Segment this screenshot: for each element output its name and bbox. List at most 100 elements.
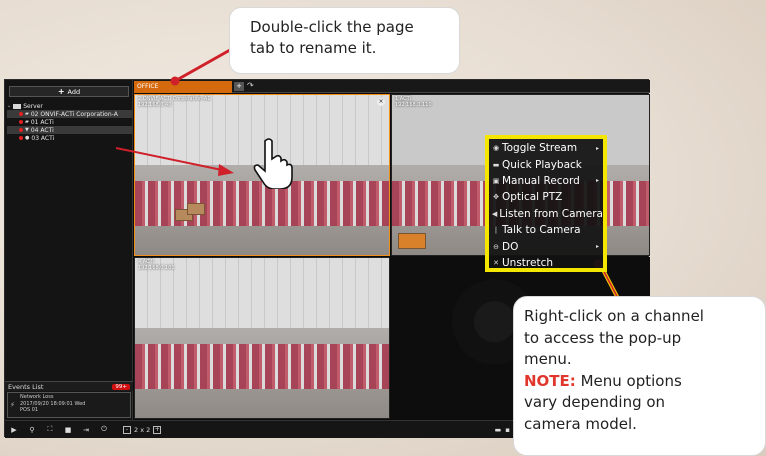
menu-item-label: Toggle Stream: [502, 142, 578, 155]
context-menu-callout: Right-click on a channel to access the p…: [513, 296, 766, 456]
microphone-icon: ❘: [493, 226, 499, 235]
ptz-icon: ✥: [493, 193, 499, 202]
playback-icon: ▬: [492, 160, 500, 169]
callout-line: Right-click on a channel: [524, 307, 704, 325]
device-label: 02 ONVIF-ACTi Corporation-A: [30, 110, 118, 118]
video-channel[interactable]: 2 ONVIF-ACTi Corporation-A1 192.168.0.40…: [134, 94, 390, 256]
tree-item-device[interactable]: ▰ 01 ACTi: [7, 118, 133, 126]
menu-item-label: DO: [502, 240, 519, 253]
hand-cursor-icon: [253, 138, 293, 189]
status-dot-icon: [19, 136, 23, 140]
device-label: 03 ACTi: [31, 134, 55, 142]
layout-control: - 2 x 2 +: [123, 425, 162, 434]
left-panel: + Add ⌄ Server ▰ 02 ONVIF-ACTi Corporati…: [5, 80, 133, 438]
plus-icon: +: [57, 86, 65, 96]
events-list-title: Events List: [8, 382, 44, 391]
status-dot-icon: [19, 112, 23, 116]
add-button-label: Add: [67, 87, 81, 96]
events-count-badge: 99+: [112, 383, 130, 390]
callout-line: vary depending on: [524, 393, 666, 411]
channel-address: 192.168.0.101: [138, 264, 175, 271]
folder-icon: [13, 103, 22, 109]
tree-item-device[interactable]: ▰ 02 ONVIF-ACTi Corporation-A: [7, 110, 133, 118]
tab-office[interactable]: OFFICE: [134, 81, 232, 93]
submenu-arrow-icon: ▸: [595, 144, 599, 152]
channel-address: 192.168.0.40: [138, 101, 172, 108]
menu-item-label: Optical PTZ: [502, 191, 563, 204]
lock-icon[interactable]: ▪: [505, 426, 510, 434]
search-icon[interactable]: ⚲: [23, 426, 41, 434]
status-dot-icon: [19, 128, 23, 132]
device-tree: ⌄ Server ▰ 02 ONVIF-ACTi Corporation-A ▰…: [7, 102, 133, 142]
record-icon: ▣: [492, 176, 500, 185]
submenu-arrow-icon: ▸: [595, 177, 599, 185]
menu-item-label: Unstretch: [502, 256, 554, 269]
tree-item-device[interactable]: ● 03 ACTi: [7, 134, 133, 142]
channel-label: 2 ONVIF-ACTi Corporation-A1 192.168.0.40: [138, 96, 210, 108]
menu-item-unstretch[interactable]: ✕ Unstretch: [489, 255, 603, 271]
refresh-icon[interactable]: ↷: [247, 81, 254, 90]
add-device-button[interactable]: + Add: [9, 86, 129, 97]
dome-camera-icon: ●: [25, 135, 30, 141]
video-frame: [135, 344, 389, 390]
record-icon[interactable]: ■: [59, 426, 77, 434]
callout-line: camera model.: [524, 414, 637, 433]
note-text: Menu options: [575, 371, 682, 390]
tree-root-server[interactable]: ⌄ Server: [7, 102, 133, 110]
menu-item-quick-playback[interactable]: ▬ Quick Playback: [489, 156, 603, 172]
tree-root-label: Server: [23, 102, 43, 110]
menu-item-optical-ptz[interactable]: ✥ Optical PTZ: [489, 189, 603, 205]
event-list-item[interactable]: ⚡ Network Loss 2017/09/20 18:09:01 Wed P…: [7, 392, 131, 418]
channel-label: 1 ACTi 192.168.0.110: [395, 96, 432, 108]
layout-label: 2 x 2: [134, 425, 151, 434]
export-icon[interactable]: ⇥: [77, 426, 95, 434]
ptz-camera-icon: ▼: [25, 127, 29, 133]
layout-increase-button[interactable]: +: [153, 425, 162, 434]
device-label: 01 ACTi: [30, 118, 54, 126]
menu-item-talk-to-camera[interactable]: ❘ Talk to Camera: [489, 222, 603, 238]
menu-item-listen-from-camera[interactable]: ◀ Listen from Camera: [489, 206, 603, 222]
menu-item-do[interactable]: ⊖ DO ▸: [489, 238, 603, 254]
callout-line: tab to rename it.: [250, 39, 377, 57]
channel-address: 192.168.0.110: [395, 101, 432, 108]
toolbar-right-group: ▬ ▪: [495, 426, 510, 434]
menu-item-toggle-stream[interactable]: ◉ Toggle Stream ▸: [489, 140, 603, 156]
play-icon[interactable]: ▶: [5, 426, 23, 434]
collapse-icon[interactable]: ⌄: [7, 103, 11, 109]
video-channel[interactable]: 4 ACTi 192.168.0.101: [134, 257, 390, 419]
menu-item-label: Manual Record: [502, 174, 580, 187]
events-list-header[interactable]: Events List 99+: [5, 382, 133, 391]
tab-rename-callout: Double-click the page tab to rename it.: [229, 7, 460, 74]
channel-context-menu: ◉ Toggle Stream ▸ ▬ Quick Playback ▣ Man…: [485, 135, 607, 272]
menu-item-label: Talk to Camera: [502, 224, 581, 237]
submenu-arrow-icon: ▸: [595, 243, 599, 251]
events-list-panel: Events List 99+ ⚡ Network Loss 2017/09/2…: [5, 381, 133, 419]
add-tab-button[interactable]: +: [234, 82, 244, 91]
event-source: POS 01: [20, 407, 39, 413]
fullscreen-icon[interactable]: ⛶: [41, 425, 59, 434]
video-frame: [398, 233, 426, 249]
unstretch-icon: ✕: [493, 258, 499, 267]
callout-line: menu.: [524, 350, 572, 368]
camera-icon: ▰: [25, 119, 29, 125]
close-icon[interactable]: ×: [377, 98, 385, 106]
network-loss-icon: ⚡: [10, 401, 15, 409]
power-icon[interactable]: ⏻: [95, 425, 113, 434]
stream-icon: ◉: [492, 144, 500, 153]
channel-label: 4 ACTi 192.168.0.101: [138, 259, 175, 271]
page-tab-bar: OFFICE + ↷: [134, 80, 650, 93]
camera-icon: ▰: [25, 111, 29, 117]
digital-output-icon: ⊖: [493, 242, 499, 251]
menu-item-label: Listen from Camera: [499, 207, 603, 220]
layout-decrease-button[interactable]: -: [123, 425, 131, 434]
note-label: NOTE:: [524, 371, 576, 390]
save-layout-icon[interactable]: ▬: [495, 426, 502, 434]
callout-line: Double-click the page: [250, 18, 414, 36]
menu-item-manual-record[interactable]: ▣ Manual Record ▸: [489, 173, 603, 189]
speaker-icon: ◀: [491, 209, 498, 218]
callout-line: to access the pop-up: [524, 328, 682, 347]
menu-item-label: Quick Playback: [502, 158, 582, 171]
tree-item-device[interactable]: ▼ 04 ACTi: [7, 126, 133, 134]
callout-line: NOTE: Menu options: [524, 371, 765, 393]
video-frame: [187, 203, 205, 215]
